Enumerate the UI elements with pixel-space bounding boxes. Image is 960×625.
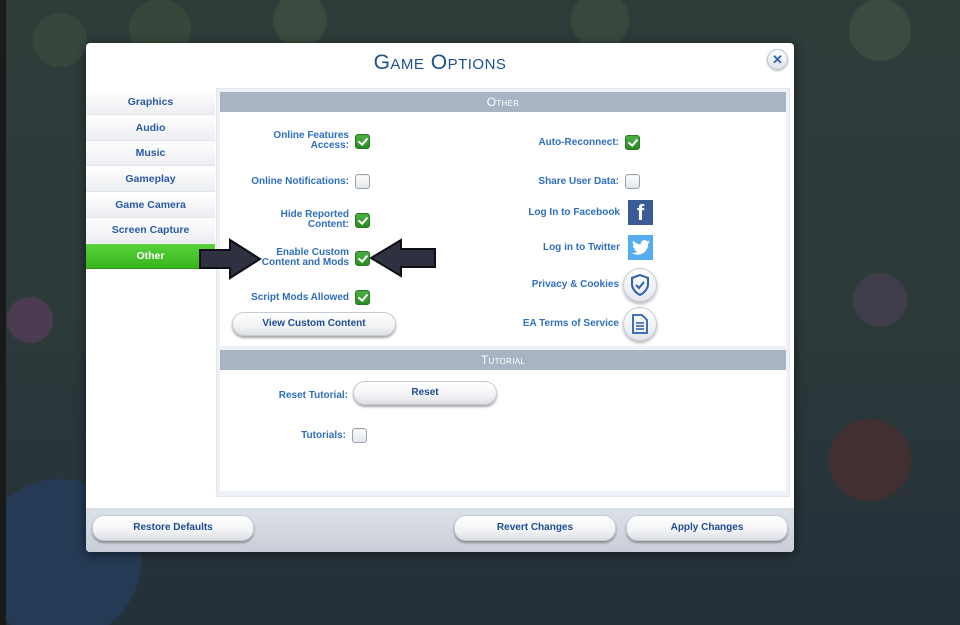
option-label: Online Notifications:: [251, 175, 349, 187]
shield-check-icon[interactable]: [623, 268, 657, 302]
tutorial-panel: Tutorial Reset Tutorial: Reset Tutorials…: [220, 350, 786, 491]
sidebar-item-gameplay[interactable]: Gameplay: [86, 167, 215, 193]
revert-changes-button[interactable]: Revert Changes: [454, 515, 616, 541]
dialog-title: Game Options: [373, 51, 507, 74]
option-script-mods-allowed: Script Mods Allowed: [220, 290, 370, 305]
twitter-icon[interactable]: [628, 235, 653, 260]
option-label: Script Mods Allowed: [251, 291, 349, 303]
sidebar-item-other[interactable]: Other: [86, 244, 215, 270]
option-label: Content:: [307, 219, 349, 230]
option-label: Tutorials:: [301, 429, 346, 441]
hide-reported-content-checkbox[interactable]: [355, 212, 370, 228]
document-icon[interactable]: [623, 307, 657, 341]
screen-edge: [0, 0, 6, 625]
option-hide-reported-content: Hide Reported Content:: [220, 210, 370, 230]
online-notifications-checkbox[interactable]: [355, 174, 370, 189]
auto-reconnect-checkbox[interactable]: [625, 135, 640, 150]
tutorial-section-header: Tutorial: [220, 350, 786, 370]
online-features-access-checkbox[interactable]: [355, 133, 370, 149]
option-online-notifications: Online Notifications:: [220, 174, 370, 189]
view-custom-content-button[interactable]: View Custom Content: [232, 312, 396, 336]
arrow-left-icon: [369, 238, 436, 278]
link-label[interactable]: Log in to Twitter: [543, 242, 620, 253]
link-facebook[interactable]: Log In to Facebook f: [420, 200, 653, 225]
option-label: Content and Mods: [261, 257, 349, 268]
close-icon: ✕: [772, 52, 783, 67]
tutorials-checkbox[interactable]: [352, 428, 367, 443]
link-label[interactable]: Log In to Facebook: [528, 207, 620, 218]
link-label[interactable]: Privacy & Cookies: [532, 280, 619, 290]
settings-content: Other Online Features Access: Online Not…: [216, 88, 790, 497]
dialog-footer: Restore Defaults Revert Changes Apply Ch…: [86, 508, 794, 552]
option-share-user-data: Share User Data:: [420, 174, 640, 189]
option-label: Reset Tutorial:: [278, 390, 348, 401]
option-label: Auto-Reconnect:: [538, 136, 619, 148]
sidebar: Graphics Audio Music Gameplay Game Camer…: [86, 90, 215, 270]
sidebar-item-game-camera[interactable]: Game Camera: [86, 192, 215, 218]
link-twitter[interactable]: Log in to Twitter: [420, 235, 653, 260]
sidebar-item-audio[interactable]: Audio: [86, 115, 215, 141]
script-mods-allowed-checkbox[interactable]: [355, 290, 370, 305]
enable-custom-content-checkbox[interactable]: [355, 250, 370, 266]
link-ea-terms[interactable]: EA Terms of Service: [420, 307, 657, 341]
close-button[interactable]: ✕: [767, 49, 788, 70]
reset-tutorial-button[interactable]: Reset: [353, 381, 497, 405]
other-panel: Other Online Features Access: Online Not…: [220, 92, 786, 346]
game-options-dialog: Game Options ✕ Graphics Audio Music Game…: [86, 43, 794, 552]
link-label[interactable]: EA Terms of Service: [523, 319, 619, 329]
option-tutorials: Tutorials:: [220, 428, 367, 443]
other-section-header: Other: [220, 92, 786, 112]
sidebar-item-screen-capture[interactable]: Screen Capture: [86, 218, 215, 244]
option-label: Access:: [310, 140, 349, 151]
sidebar-item-graphics[interactable]: Graphics: [86, 90, 215, 115]
share-user-data-checkbox[interactable]: [625, 174, 640, 189]
option-auto-reconnect: Auto-Reconnect:: [420, 135, 640, 150]
option-online-features-access: Online Features Access:: [220, 131, 370, 151]
sidebar-item-music[interactable]: Music: [86, 141, 215, 167]
option-label: Share User Data:: [538, 175, 619, 187]
restore-defaults-button[interactable]: Restore Defaults: [92, 515, 254, 541]
option-reset-tutorial: Reset Tutorial:: [220, 391, 348, 401]
link-privacy-cookies[interactable]: Privacy & Cookies: [420, 268, 657, 302]
apply-changes-button[interactable]: Apply Changes: [626, 515, 788, 541]
arrow-right-icon: [199, 238, 262, 280]
facebook-icon[interactable]: f: [628, 200, 653, 225]
